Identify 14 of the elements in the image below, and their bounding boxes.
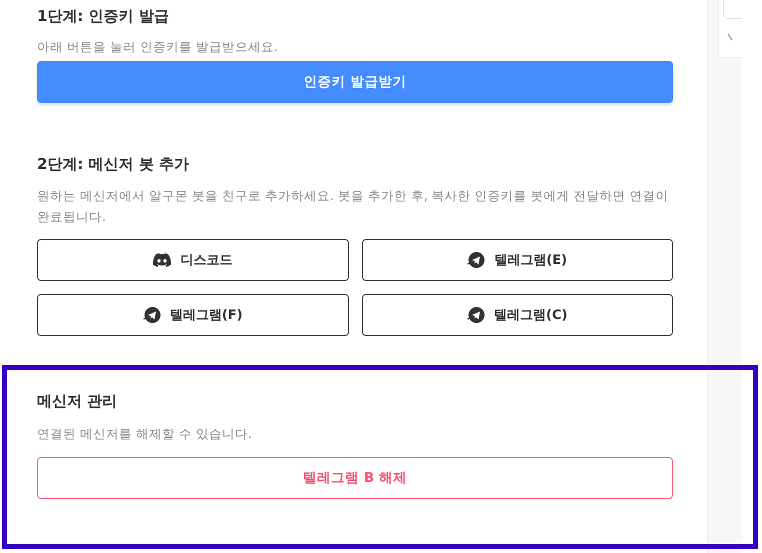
paper-plane-icon [467,306,486,324]
paper-plane-icon [142,306,161,324]
discord-icon [153,251,172,269]
paper-plane-icon [467,251,486,269]
messenger-button[interactable]: 디스코드 [37,239,348,281]
messenger-button[interactable]: 텔레그램(E) [362,239,673,281]
section-title: 2단계: 메신저 봇 추가 [37,154,190,174]
section-title: 메신저 관리 [37,391,118,411]
section-description: 연결된 메신저를 해제할 수 있습니다. [37,425,253,443]
messenger-button[interactable]: 텔레그램(C) [362,294,673,336]
messenger-button[interactable]: 텔레그램(F) [37,294,348,336]
section-description: 아래 버튼을 눌러 인증키를 발급받으세요. [37,38,279,56]
section-title: 1단계: 인증키 발급 [37,6,170,26]
section-description: 원하는 메신저에서 알구몬 봇을 친구로 추가하세요. 봇을 추가한 후, 복사한 인증키를 봇에게 전달하면 연결이 완료됩니다. [37,187,670,226]
